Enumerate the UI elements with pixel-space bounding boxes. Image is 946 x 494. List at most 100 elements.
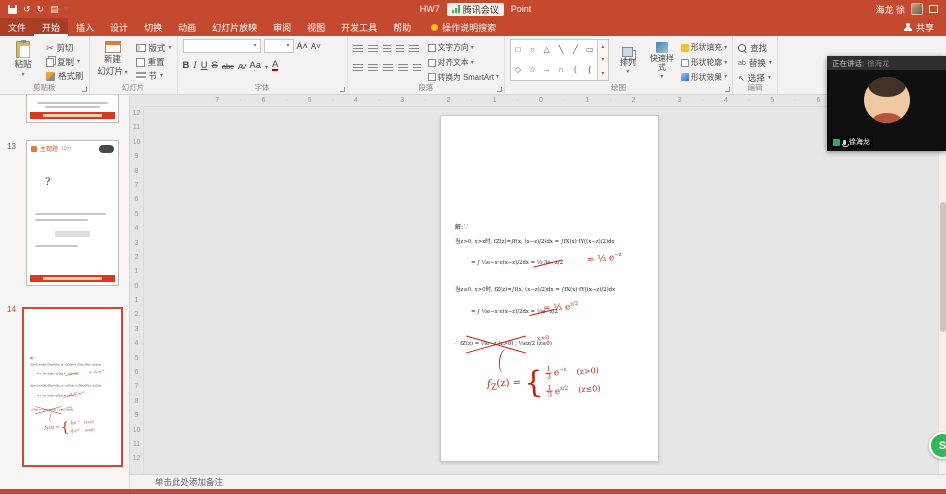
line-spacing-icon[interactable]: [408, 45, 419, 54]
section-button[interactable]: 节 ▾: [135, 70, 172, 82]
font-color-button[interactable]: A: [272, 59, 279, 71]
strikethrough-button[interactable]: S: [211, 60, 217, 71]
tencent-meeting-pill[interactable]: 腾讯会议: [446, 2, 504, 16]
decrease-font-icon[interactable]: A˅: [311, 42, 321, 51]
text-direction-button[interactable]: 文字方向 ▾: [427, 42, 499, 54]
tab-view[interactable]: 视图: [299, 18, 333, 36]
align-left-icon[interactable]: [352, 64, 363, 73]
shape-arrow-icon[interactable]: →: [543, 66, 551, 74]
scrollbar-thumb[interactable]: [940, 202, 946, 332]
shape-rectangle-icon[interactable]: □: [516, 46, 521, 54]
align-center-icon[interactable]: [367, 64, 378, 73]
drawing-dialog-launcher[interactable]: [725, 87, 731, 92]
paragraph-dialog-launcher[interactable]: [496, 87, 502, 92]
layout-button[interactable]: 版式 ▾: [135, 42, 172, 54]
bullets-icon[interactable]: [352, 45, 363, 54]
vertical-scrollbar[interactable]: [938, 107, 946, 474]
gallery-down-icon[interactable]: ▾: [601, 56, 604, 63]
tab-developer[interactable]: 开发工具: [333, 18, 385, 36]
slide-12-thumbnail[interactable]: [26, 95, 119, 123]
tab-design[interactable]: 设计: [102, 18, 136, 36]
shape-brace-icon[interactable]: {: [588, 66, 591, 74]
increase-indent-icon[interactable]: [395, 45, 404, 54]
columns-icon[interactable]: [412, 64, 421, 73]
share-button[interactable]: 共享: [892, 18, 946, 36]
tell-me-search[interactable]: 操作说明搜索: [431, 18, 496, 36]
clear-format-button[interactable]: abc: [222, 62, 234, 71]
arrange-button[interactable]: 排列 ▾: [613, 39, 643, 83]
copy-button[interactable]: 复制 ▾: [46, 56, 84, 68]
font-size-combobox[interactable]: ▾: [263, 39, 294, 53]
align-right-icon[interactable]: [382, 64, 393, 73]
redo-icon[interactable]: ↻: [37, 4, 45, 15]
shape-circle-icon[interactable]: ○: [530, 46, 535, 54]
notes-pane[interactable]: 单击此处添加备注: [130, 474, 946, 489]
red-annotation-eq1: = ⅓ e−z: [88, 369, 105, 376]
gallery-up-icon[interactable]: ▴: [601, 43, 604, 50]
find-button[interactable]: 查找: [738, 42, 772, 54]
shape-fill-button[interactable]: 形状填充 ▾: [680, 42, 727, 54]
replace-button[interactable]: ab 替换 ▾: [738, 57, 772, 69]
decrease-indent-icon[interactable]: [382, 45, 391, 54]
clipboard-dialog-launcher[interactable]: [81, 87, 87, 92]
shape-arc-icon[interactable]: ∩: [558, 66, 564, 74]
tab-slideshow[interactable]: 幻灯片放映: [204, 18, 265, 36]
align-text-button[interactable]: 对齐文本 ▾: [427, 57, 499, 69]
math-line-4: 当z≤0, x>0时, fZ(z)=∫f(x, (x−z)/2)dx = ∫fX…: [30, 384, 102, 388]
shapes-gallery[interactable]: □ ○ △ ╲ ╱ ▭ ◇ ☆ → ∩ ( {: [509, 39, 598, 81]
math-line-2: 当z>0, x>z时, fZ(z)=∫f(x, (x−z)/2)dx = ∫fX…: [30, 363, 101, 367]
tab-animations[interactable]: 动画: [170, 18, 204, 36]
account-name: 海龙 徐: [875, 4, 905, 15]
quick-styles-button[interactable]: 快速样式 ▾: [647, 39, 677, 83]
undo-icon[interactable]: ↺: [23, 4, 31, 15]
reset-button[interactable]: 重置: [135, 56, 172, 68]
numbering-icon[interactable]: [367, 45, 378, 54]
change-case-button[interactable]: Aa: [249, 60, 261, 71]
font-dialog-launcher[interactable]: [339, 87, 345, 92]
shape-outline-button[interactable]: 形状轮廓 ▾: [680, 57, 727, 69]
bold-button[interactable]: B: [183, 60, 190, 71]
new-slide-button[interactable]: 新建 幻灯片 ▾: [95, 39, 131, 83]
canvas-area: 解:∵ 当z>0, x>z时, fZ(z)=∫f(x, (x−z)/2)dx =…: [144, 107, 938, 474]
meeting-video-tile[interactable]: 徐海龙: [827, 70, 946, 151]
paste-button[interactable]: 粘贴 ▾: [5, 39, 41, 83]
tab-insert[interactable]: 插入: [68, 18, 102, 36]
font-name-combobox[interactable]: ▾: [182, 39, 261, 53]
customize-qat-icon[interactable]: ▾: [65, 6, 68, 12]
math-line-2: 当z>0, x>z时, fZ(z)=∫f(x, (x−z)/2)dx = ∫fX…: [455, 239, 615, 245]
shape-diamond-icon[interactable]: ◇: [515, 66, 521, 74]
slide-13-thumbnail[interactable]: 主观题 10分 ?: [26, 140, 119, 286]
slide-14-thumbnail-selected[interactable]: 解:∵ 当z>0, x>z时, fZ(z)=∫f(x, (x−z)/2)dx =…: [22, 307, 123, 467]
tab-help[interactable]: 帮助: [385, 18, 419, 36]
tab-file[interactable]: 文件: [0, 18, 35, 36]
justify-icon[interactable]: [397, 64, 408, 73]
tab-transitions[interactable]: 切换: [136, 18, 170, 36]
shape-line-icon[interactable]: ╲: [559, 46, 564, 54]
shape-diagonal-icon[interactable]: ╱: [573, 46, 578, 54]
math-line-1: 解:∵: [30, 356, 37, 360]
italic-button[interactable]: I: [193, 61, 196, 71]
tab-review[interactable]: 审阅: [265, 18, 299, 36]
ribbon-display-options-icon[interactable]: [929, 5, 938, 13]
shape-rounded-rect-icon[interactable]: ▭: [586, 46, 594, 54]
shape-bracket-icon[interactable]: (: [574, 66, 577, 74]
format-painter-button[interactable]: 格式刷: [46, 70, 84, 82]
shape-effects-icon: [680, 73, 689, 82]
meeting-panel-header[interactable]: 正在讲话: 徐海龙: [827, 56, 946, 70]
lightbulb-icon: [431, 23, 439, 31]
gallery-more-icon[interactable]: ▾: [601, 70, 604, 77]
shape-effects-caret-icon: ▾: [724, 74, 728, 81]
slide-canvas[interactable]: 解:∵ 当z>0, x>z时, fZ(z)=∫f(x, (x−z)/2)dx =…: [440, 115, 659, 462]
character-spacing-button[interactable]: AV: [238, 62, 247, 71]
cut-button[interactable]: ✂ 剪切: [46, 42, 84, 54]
account-avatar[interactable]: [911, 3, 923, 15]
increase-font-icon[interactable]: A˄: [297, 41, 308, 51]
shape-triangle-icon[interactable]: △: [544, 46, 550, 54]
tencent-meeting-panel[interactable]: 正在讲话: 徐海龙 徐海龙: [827, 56, 946, 151]
save-icon[interactable]: [8, 4, 17, 14]
shape-star-icon[interactable]: ☆: [529, 66, 536, 74]
shapes-gallery-scroll[interactable]: ▴ ▾ ▾: [597, 39, 609, 81]
tab-home[interactable]: 开始: [34, 18, 69, 36]
start-slideshow-icon[interactable]: ▤: [50, 4, 59, 15]
underline-button[interactable]: U: [201, 60, 208, 71]
